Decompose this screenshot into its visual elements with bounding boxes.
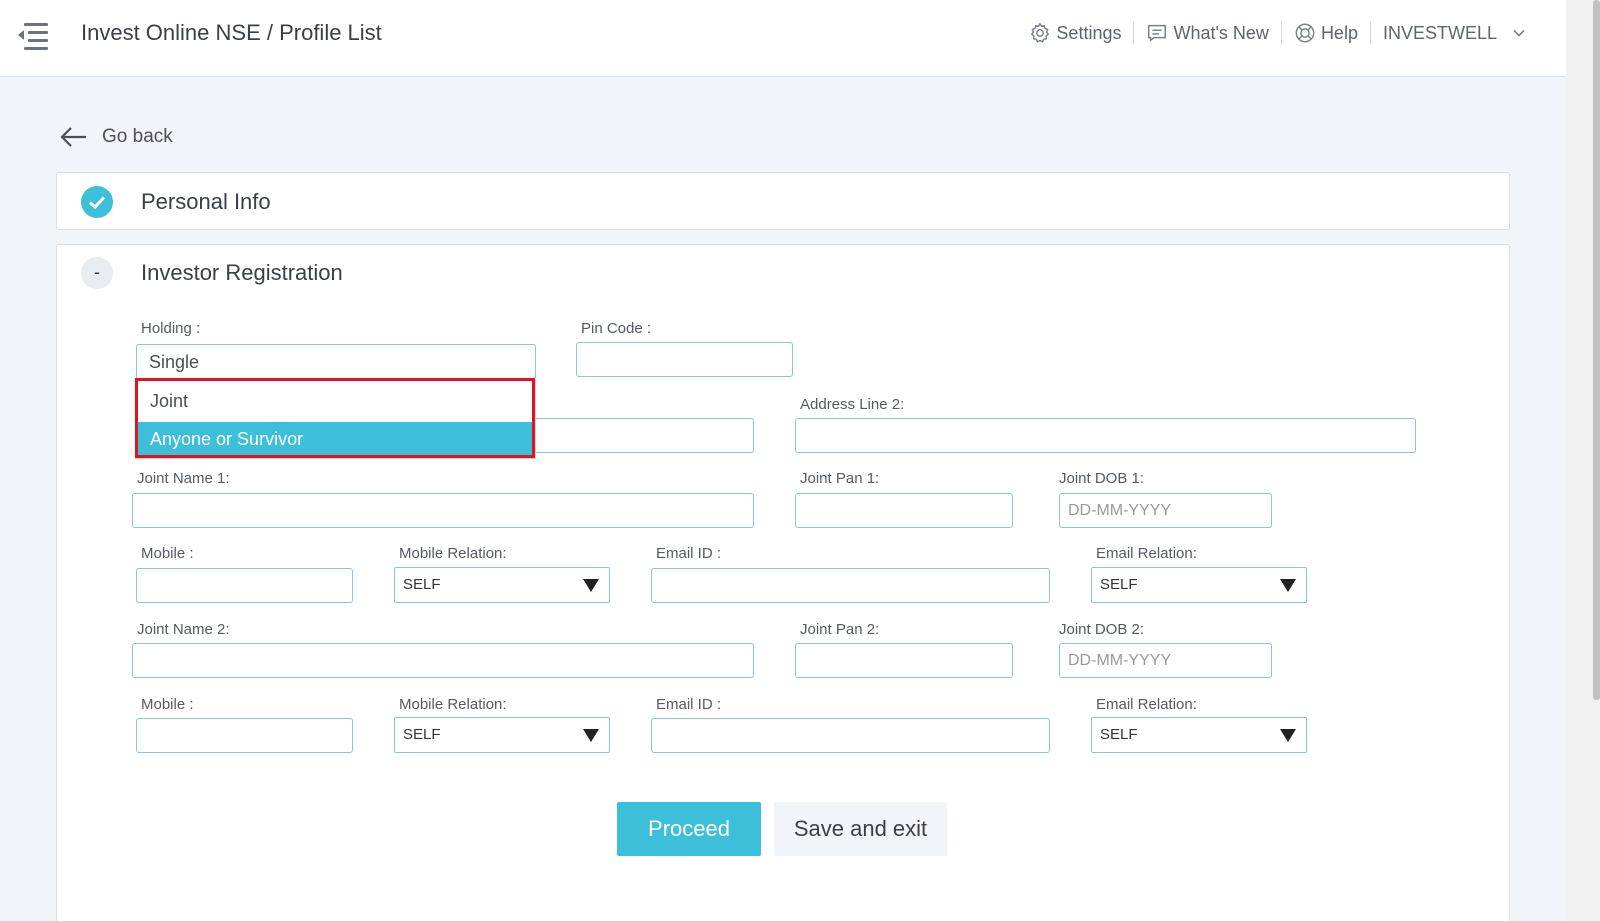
settings-link[interactable]: Settings <box>1017 22 1133 44</box>
joint-dob2-label: Joint DOB 2: <box>1059 621 1145 638</box>
settings-label: Settings <box>1056 22 1122 43</box>
joint-dob1-input[interactable]: DD-MM-YYYY <box>1059 493 1272 528</box>
holding-option-anyone-or-survivor[interactable]: Anyone or Survivor <box>136 422 535 456</box>
joint-name2-label: Joint Name 2: <box>137 621 230 638</box>
menu-icon[interactable] <box>18 20 48 52</box>
help-label: Help <box>1320 22 1358 43</box>
email-relation2-label: Email Relation: <box>1096 696 1197 713</box>
mobile-relation2-value: SELF <box>403 726 441 743</box>
gear-icon <box>1031 22 1050 43</box>
whats-new-link[interactable]: What's New <box>1134 22 1280 44</box>
help-link[interactable]: Help <box>1282 22 1370 44</box>
arrow-left-icon <box>60 127 86 147</box>
joint-pan2-input[interactable] <box>795 643 1013 678</box>
scrollbar-thumb[interactable] <box>1566 0 1600 700</box>
joint-pan1-input[interactable] <box>795 493 1013 528</box>
personal-info-section[interactable]: Personal Info <box>56 172 1510 230</box>
holding-option-joint[interactable]: Joint <box>136 384 535 418</box>
mobile1-input[interactable] <box>136 568 353 603</box>
email1-input[interactable] <box>651 568 1050 603</box>
email-relation1-select[interactable]: SELF <box>1091 567 1307 603</box>
mobile-relation1-value: SELF <box>403 576 441 593</box>
holding-dropdown-list: Joint Anyone or Survivor <box>135 379 536 459</box>
address-line2-input[interactable] <box>795 418 1416 453</box>
mobile-relation2-label: Mobile Relation: <box>399 696 507 713</box>
page-title: Invest Online NSE / Profile List <box>81 20 382 45</box>
joint-name2-input[interactable] <box>132 643 754 678</box>
email-relation1-label: Email Relation: <box>1096 545 1197 562</box>
pin-code-input[interactable] <box>576 342 793 377</box>
dropdown-arrow-icon <box>583 579 599 592</box>
lifebuoy-icon <box>1295 23 1315 43</box>
collapse-icon[interactable]: - <box>81 257 113 289</box>
section-title: Personal Info <box>141 189 271 214</box>
joint-pan1-label: Joint Pan 1: <box>800 470 880 487</box>
chat-icon <box>1148 24 1167 42</box>
email2-input[interactable] <box>651 718 1050 753</box>
email-relation1-value: SELF <box>1100 576 1138 593</box>
mobile-relation2-select[interactable]: SELF <box>394 717 610 753</box>
section-title: Investor Registration <box>141 260 343 285</box>
mobile-relation1-select[interactable]: SELF <box>394 567 610 603</box>
user-menu[interactable]: INVESTWELL <box>1371 23 1538 44</box>
go-back-label: Go back <box>102 126 173 147</box>
holding-label: Holding : <box>141 320 201 337</box>
email-relation2-value: SELF <box>1100 726 1138 743</box>
pin-code-label: Pin Code : <box>581 320 652 337</box>
dropdown-arrow-icon <box>583 729 599 742</box>
proceed-button[interactable]: Proceed <box>617 802 761 856</box>
check-icon <box>81 186 113 218</box>
mobile2-input[interactable] <box>136 718 353 753</box>
email2-label: Email ID : <box>656 696 722 713</box>
top-nav: Settings What's New Help INVESTWELL <box>1017 18 1538 48</box>
mobile2-label: Mobile : <box>141 696 194 713</box>
dropdown-arrow-icon <box>1280 579 1296 592</box>
user-name: INVESTWELL <box>1382 22 1497 43</box>
go-back-link[interactable]: Go back <box>58 124 173 150</box>
joint-pan2-label: Joint Pan 2: <box>800 621 880 638</box>
address-line2-label: Address Line 2: <box>800 396 905 413</box>
mobile-relation1-label: Mobile Relation: <box>399 545 507 562</box>
joint-dob2-input[interactable]: DD-MM-YYYY <box>1059 643 1272 678</box>
whats-new-label: What's New <box>1173 22 1269 43</box>
dropdown-arrow-icon <box>1280 729 1296 742</box>
joint-name1-label: Joint Name 1: <box>137 470 230 487</box>
save-and-exit-button[interactable]: Save and exit <box>774 802 947 856</box>
email1-label: Email ID : <box>656 545 722 562</box>
joint-dob1-label: Joint DOB 1: <box>1059 470 1145 487</box>
address-line1-input[interactable] <box>532 418 754 453</box>
chevron-down-icon <box>1513 29 1525 37</box>
mobile1-label: Mobile : <box>141 545 194 562</box>
holding-select[interactable]: Single <box>136 344 536 380</box>
joint-name1-input[interactable] <box>132 493 754 528</box>
email-relation2-select[interactable]: SELF <box>1091 717 1307 753</box>
top-bar: Invest Online NSE / Profile List Setting… <box>0 0 1566 77</box>
